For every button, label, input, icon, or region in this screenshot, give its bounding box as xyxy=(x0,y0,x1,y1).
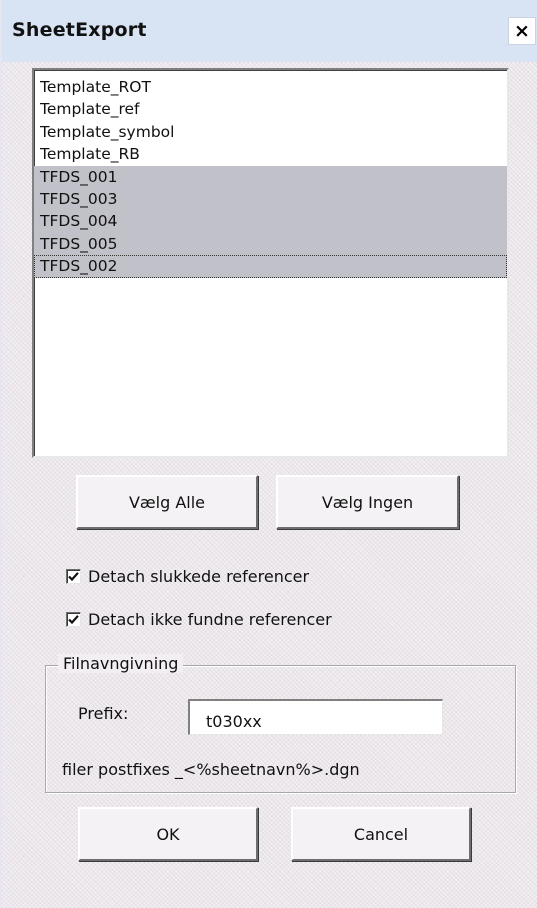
prefix-label: Prefix: xyxy=(78,704,129,723)
list-item[interactable]: Template_ROT xyxy=(34,76,507,98)
file-naming-group-label: Filnavngivning xyxy=(58,654,184,673)
select-all-button[interactable]: Vælg Alle xyxy=(76,475,258,529)
ok-label: OK xyxy=(156,824,180,844)
sheet-listbox[interactable]: Template_ROT Template_ref Template_symbol T… xyxy=(32,68,509,458)
select-none-label: Vælg Ingen xyxy=(321,492,414,512)
select-all-label: Vælg Alle xyxy=(128,492,206,512)
list-item[interactable]: Template_RB xyxy=(34,143,507,165)
cancel-label: Cancel xyxy=(353,824,409,844)
sheet-export-dialog: SheetExport × Template_ROT Template_ref Te… xyxy=(0,0,537,908)
list-item[interactable]: Template_symbol xyxy=(34,121,507,143)
checkmark-icon xyxy=(68,615,79,625)
detach-off-checkbox[interactable] xyxy=(66,569,81,584)
select-none-button[interactable]: Vælg Ingen xyxy=(276,475,459,529)
close-icon: × xyxy=(514,19,530,42)
list-item[interactable]: TFDS_005 xyxy=(34,232,507,256)
ok-button[interactable]: OK xyxy=(78,807,258,861)
list-item[interactable]: TFDS_002 xyxy=(34,255,507,278)
detach-missing-checkbox[interactable] xyxy=(66,612,81,627)
sheet-list: Template_ROT Template_ref Template_symbol T… xyxy=(34,70,507,278)
close-button[interactable]: × xyxy=(508,17,536,45)
list-item[interactable]: TFDS_003 xyxy=(34,187,507,211)
detach-off-label: Detach slukkede referencer xyxy=(88,567,310,586)
window-title: SheetExport xyxy=(12,19,147,41)
title-bar[interactable]: SheetExport × xyxy=(2,0,537,62)
cancel-button[interactable]: Cancel xyxy=(291,807,471,861)
prefix-input[interactable] xyxy=(188,699,443,735)
detach-off-option[interactable]: Detach slukkede referencer xyxy=(66,567,309,586)
checkmark-icon xyxy=(68,572,79,582)
detach-missing-label: Detach ikke fundne referencer xyxy=(88,610,332,629)
list-item[interactable]: TFDS_004 xyxy=(34,210,507,233)
detach-missing-option[interactable]: Detach ikke fundne referencer xyxy=(66,610,332,629)
list-item[interactable]: TFDS_001 xyxy=(34,165,507,188)
postfix-note: filer postfixes _<%sheetnavn%>.dgn xyxy=(62,760,360,779)
list-item[interactable]: Template_ref xyxy=(34,98,507,120)
